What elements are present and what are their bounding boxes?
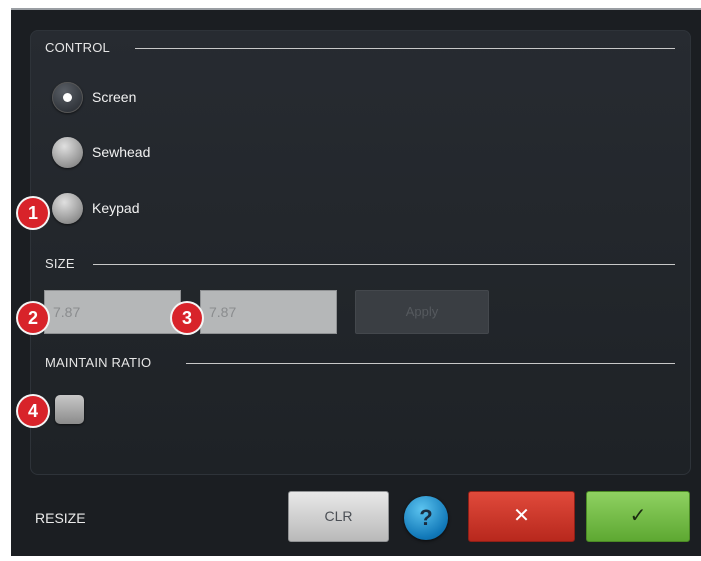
confirm-button[interactable]: ✓	[586, 491, 690, 542]
resize-dialog: CONTROL Screen Sewhead Keypad SIZE 7.87 …	[11, 8, 701, 556]
clear-button[interactable]: CLR	[288, 491, 389, 542]
cancel-button[interactable]: ✕	[468, 491, 575, 542]
callout-marker-2: 2	[18, 303, 48, 333]
dialog-title: RESIZE	[35, 510, 86, 526]
callout-marker-3: 3	[172, 303, 202, 333]
apply-button[interactable]: Apply	[355, 290, 489, 334]
radio-sewhead[interactable]	[52, 137, 83, 168]
close-icon: ✕	[513, 505, 530, 527]
maintain-ratio-section-title: MAINTAIN RATIO	[45, 355, 152, 370]
maintain-ratio-checkbox[interactable]	[55, 395, 84, 424]
control-divider	[135, 48, 675, 49]
height-input[interactable]: 7.87	[200, 290, 337, 334]
help-button[interactable]: ?	[404, 496, 448, 540]
radio-label-sewhead: Sewhead	[92, 144, 151, 160]
radio-label-keypad: Keypad	[92, 200, 140, 216]
radio-label-screen: Screen	[92, 89, 137, 105]
callout-marker-1: 1	[18, 198, 48, 228]
control-section-title: CONTROL	[45, 40, 110, 55]
width-input[interactable]: 7.87	[44, 290, 181, 334]
checkmark-icon: ✓	[629, 505, 647, 527]
size-section-title: SIZE	[45, 256, 75, 271]
size-divider	[93, 264, 675, 265]
maintain-ratio-divider	[186, 363, 675, 364]
settings-panel: CONTROL Screen Sewhead Keypad SIZE 7.87 …	[30, 30, 691, 475]
callout-marker-4: 4	[18, 396, 48, 426]
radio-keypad[interactable]	[52, 193, 83, 224]
radio-screen[interactable]	[52, 82, 83, 113]
